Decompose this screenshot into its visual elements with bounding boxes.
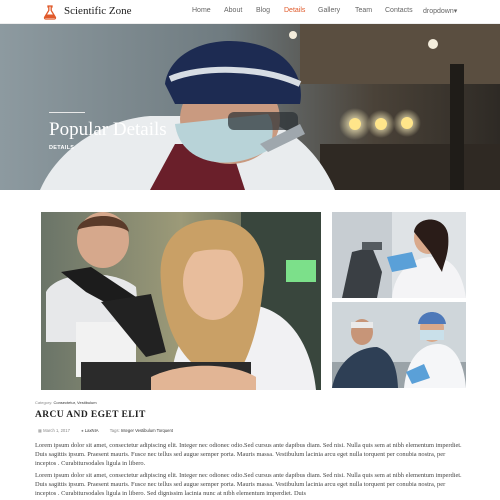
calendar-icon: ▦ xyxy=(38,428,42,433)
category-prefix: Category: xyxy=(35,400,53,405)
user-icon: ● xyxy=(81,428,84,433)
hero-title: Popular Details xyxy=(49,119,167,140)
hero-subtitle: DETAILS xyxy=(49,145,75,151)
lab-photo-microscope[interactable] xyxy=(332,212,466,298)
tags-prefix: Tags: xyxy=(109,428,120,433)
post-categories: Category: Consectetur, Vestibulum xyxy=(35,400,97,405)
top-navbar: Scientific Zone Home About Blog Details … xyxy=(0,0,500,24)
hero-lab-image xyxy=(0,24,500,190)
nav-home[interactable]: Home xyxy=(192,7,211,14)
post-meta: ▦ March 1, 2017 ● LaxNIA Tags: Integer V… xyxy=(38,428,183,433)
lab-photo-scientists[interactable] xyxy=(332,302,466,388)
post-paragraph: Lorem ipsum dolor sit amet, consectetur … xyxy=(35,442,462,467)
nav-details[interactable]: Details xyxy=(284,7,305,14)
nav-contacts[interactable]: Contacts xyxy=(385,7,413,14)
post-date: March 1, 2017 xyxy=(43,428,70,433)
post-tags[interactable]: Integer Vestibulum Torquent xyxy=(121,428,173,433)
nav-blog[interactable]: Blog xyxy=(256,7,270,14)
nav-dropdown[interactable]: dropdown▾ xyxy=(423,7,457,15)
lab-photo-main[interactable] xyxy=(41,212,321,390)
nav-about[interactable]: About xyxy=(224,7,242,14)
post-author[interactable]: LaxNIA xyxy=(85,428,99,433)
nav-gallery[interactable]: Gallery xyxy=(318,7,340,14)
hero-divider xyxy=(49,112,85,113)
category-links[interactable]: Consectetur, Vestibulum xyxy=(53,400,96,405)
post-paragraph: Lorem ipsum dolor sit amet, consectetur … xyxy=(35,472,462,497)
post-title[interactable]: ARCU AND EGET ELIT xyxy=(35,410,146,420)
nav-team[interactable]: Team xyxy=(355,7,372,14)
main-nav: Home About Blog Details Gallery Team Con… xyxy=(0,7,500,19)
hero-banner: Popular Details DETAILS xyxy=(0,24,500,190)
